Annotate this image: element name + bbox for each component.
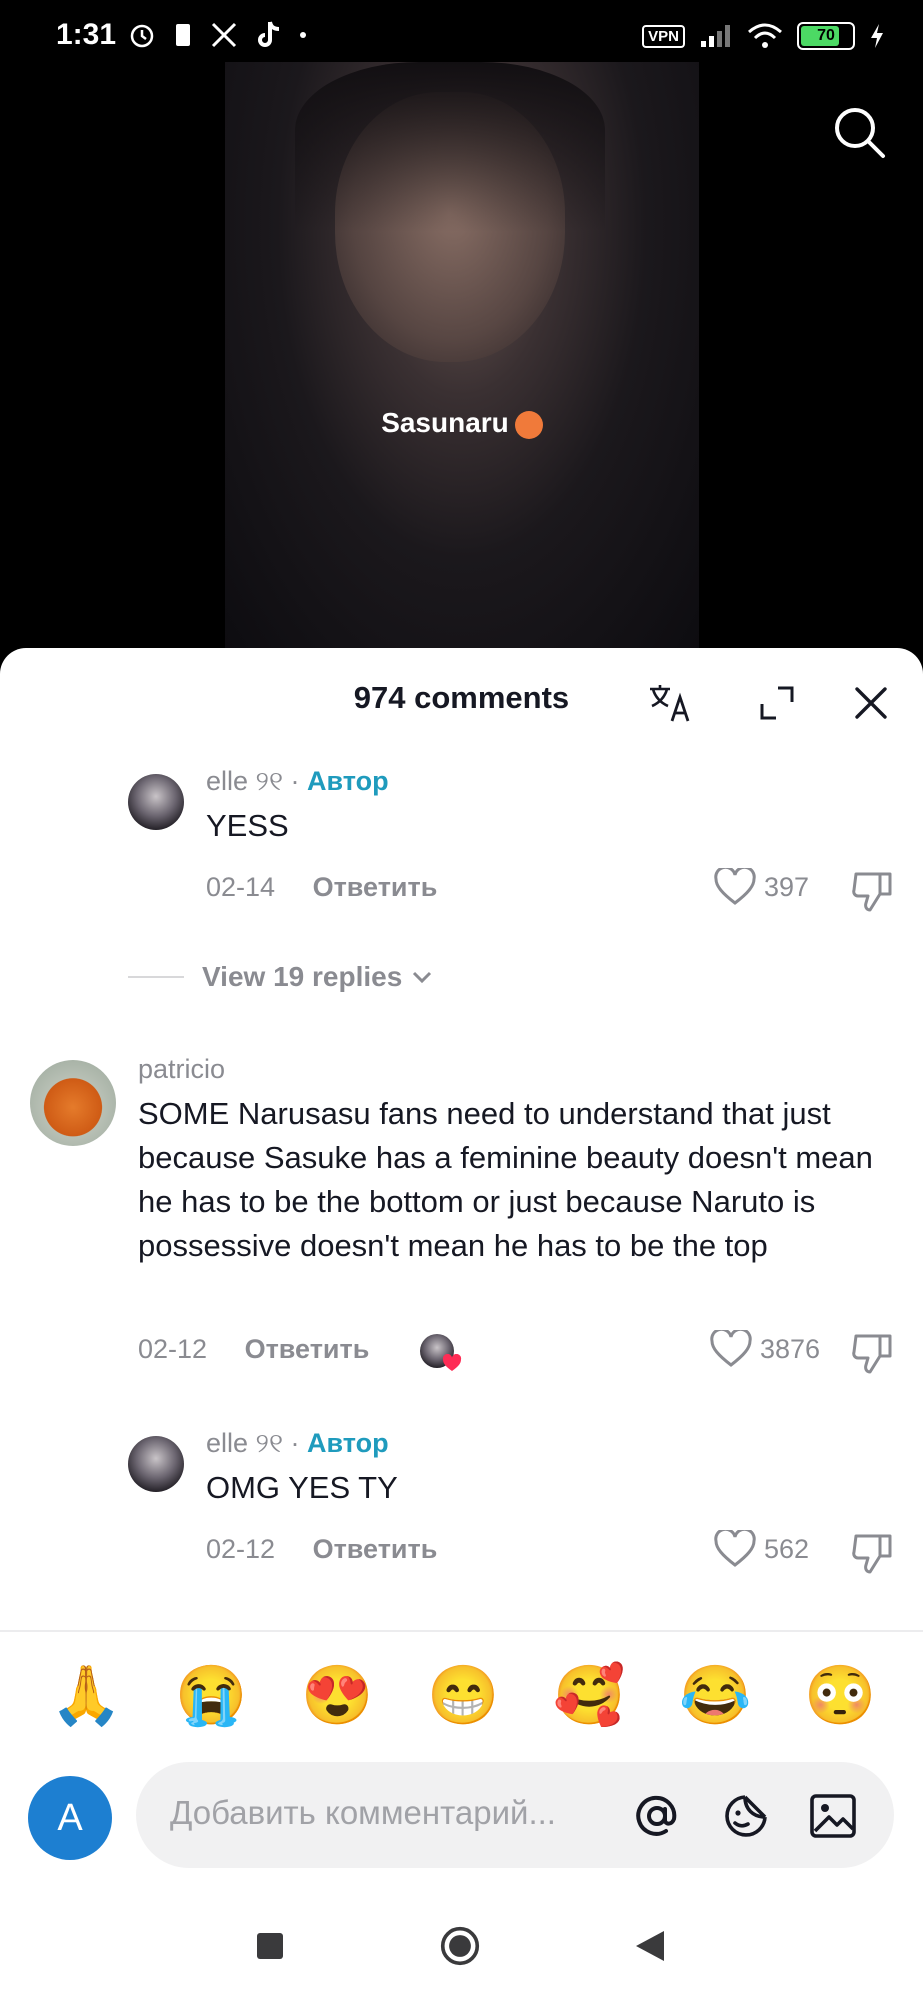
dislike-icon [852, 1534, 892, 1574]
view-replies-label: View 19 replies [202, 961, 403, 992]
comment-input-bar: A Добавить комментарий... [0, 1760, 923, 1890]
triangle-back-icon [636, 1931, 664, 1961]
heart-icon [714, 1530, 756, 1567]
wifi-icon [748, 23, 782, 48]
reply-button[interactable]: Ответить [313, 1534, 438, 1564]
avatar[interactable] [128, 1436, 184, 1492]
at-sign-icon [636, 1795, 677, 1836]
emoji-pray-button[interactable]: 🙏 [50, 1662, 122, 1730]
dislike-button[interactable] [850, 1532, 894, 1576]
comment-date: 02-14 [206, 872, 276, 902]
status-time: 1:31 [56, 18, 117, 51]
expand-button[interactable] [752, 678, 802, 728]
image-icon [810, 1794, 856, 1838]
sticker-button[interactable] [721, 1791, 771, 1841]
dislike-button[interactable] [850, 1332, 894, 1376]
close-button[interactable] [846, 678, 896, 728]
chevron-down-icon [413, 971, 432, 984]
search-button[interactable] [831, 104, 887, 160]
emoji-grin-button[interactable]: 😁 [427, 1662, 499, 1730]
video-caption: Sasunaru [225, 407, 699, 439]
emoji-crying-button[interactable]: 😭 [175, 1662, 247, 1730]
signal-icon [701, 25, 730, 47]
emoji-joy-button[interactable]: 😂 [679, 1662, 751, 1730]
like-count: 397 [764, 871, 810, 902]
username-text: elle ୨୧ [206, 1428, 284, 1458]
comment-text: OMG YES TY [206, 1470, 398, 1505]
square-icon [257, 1933, 283, 1959]
x-app-icon [211, 22, 237, 48]
reply-button[interactable]: Ответить [313, 872, 438, 902]
comment-date: 02-12 [206, 1534, 276, 1564]
alarm-icon [130, 24, 154, 48]
battery-icon: 70 [797, 22, 855, 50]
battery-level: 70 [817, 27, 835, 44]
mention-button[interactable] [632, 1791, 682, 1841]
comment-input-placeholder: Добавить комментарий... [170, 1794, 556, 1831]
comment-meta: 02-12 Ответить [206, 1534, 437, 1565]
image-button[interactable] [808, 1791, 858, 1841]
emoji-hearts-face-button[interactable]: 🥰 [553, 1662, 625, 1730]
system-nav-bar [0, 1890, 923, 2000]
expand-icon [760, 686, 794, 720]
angry-emoji-icon [514, 410, 543, 439]
comment-username[interactable]: elle ୨୧ · Автор [206, 766, 389, 798]
home-button[interactable] [440, 1926, 480, 1966]
emoji-heart-eyes-button[interactable]: 😍 [301, 1662, 373, 1730]
comment-input[interactable]: Добавить комментарий... [136, 1762, 894, 1868]
author-badge: Автор [307, 766, 389, 796]
sticker-emoji-icon [725, 1795, 767, 1837]
author-badge: Автор [307, 1428, 389, 1458]
comment-username[interactable]: elle ୨୧ · Автор [206, 1428, 389, 1460]
like-count: 562 [764, 1533, 810, 1564]
circle-icon [440, 1926, 480, 1966]
translate-button[interactable] [645, 678, 695, 728]
recents-button[interactable] [250, 1926, 290, 1966]
like-button[interactable]: 397 [714, 868, 809, 906]
close-icon [855, 687, 887, 719]
search-icon [835, 108, 885, 158]
heart-filled-icon [442, 1354, 462, 1371]
dislike-icon [852, 1334, 892, 1374]
video-hair-shade [295, 62, 605, 232]
emoji-quick-bar: 🙏 😭 😍 😁 🥰 😂 😳 [0, 1630, 923, 1762]
reply-button[interactable]: Ответить [245, 1334, 370, 1364]
like-button[interactable]: 3876 [710, 1330, 820, 1368]
tiktok-icon [258, 21, 280, 47]
comment-text: YESS [206, 808, 289, 843]
dot-icon [300, 32, 306, 38]
dislike-button[interactable] [850, 870, 894, 914]
avatar[interactable] [128, 774, 184, 830]
comment-date: 02-12 [138, 1334, 208, 1364]
username-text: elle ୨୧ [206, 766, 284, 796]
translate-icon [650, 685, 690, 722]
emoji-flushed-button[interactable]: 😳 [804, 1662, 876, 1730]
video-caption-text: Sasunaru [381, 407, 509, 438]
avatar[interactable] [30, 1060, 116, 1146]
view-replies-button[interactable]: View 19 replies [128, 961, 434, 993]
dislike-icon [852, 872, 892, 912]
like-count: 3876 [760, 1333, 821, 1364]
heart-icon [714, 868, 756, 905]
comment-meta: 02-12 Ответить [138, 1334, 369, 1365]
vpn-badge: VPN [642, 24, 685, 48]
video-player[interactable]: Sasunaru [225, 62, 699, 652]
sim-icon [176, 24, 190, 46]
back-button[interactable] [630, 1926, 670, 1966]
comment-meta: 02-14 Ответить [206, 872, 437, 903]
like-button[interactable]: 562 [714, 1530, 809, 1568]
user-avatar[interactable]: A [28, 1776, 112, 1860]
charging-icon [871, 24, 883, 48]
comment-text: SOME Narusasu fans need to understand th… [138, 1096, 873, 1263]
comment-username[interactable]: patricio [138, 1054, 225, 1085]
divider [128, 976, 184, 978]
heart-icon [710, 1330, 752, 1367]
